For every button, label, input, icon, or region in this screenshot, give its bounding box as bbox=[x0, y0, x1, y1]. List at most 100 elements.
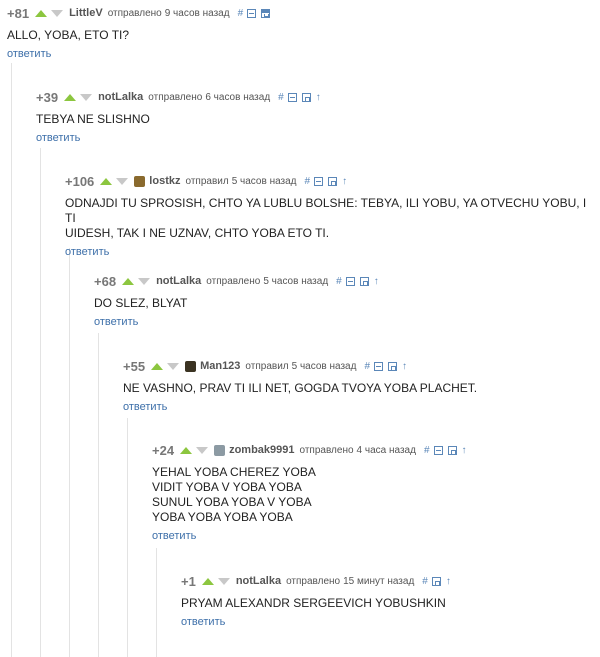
permalink-hash-icon[interactable]: # bbox=[424, 445, 430, 456]
comment-text-line: DO SLEZ, BLYAT bbox=[94, 296, 188, 310]
comment-username[interactable]: lostkz bbox=[149, 175, 180, 187]
comment: +24 zombak9991 отправлено 4 часа назад #… bbox=[152, 441, 467, 544]
comment: +106 lostkz отправил 5 часов назад # ↑ O… bbox=[65, 172, 600, 260]
comment-text: ALLO, YOBA, ETO TI? bbox=[7, 28, 275, 43]
downvote-icon[interactable] bbox=[80, 93, 93, 101]
save-icon[interactable] bbox=[431, 576, 441, 586]
parent-arrow-icon[interactable]: ↑ bbox=[316, 92, 321, 103]
avatar[interactable] bbox=[134, 175, 146, 187]
comment-meta: +39 notLalka отправлено 6 часов назад # … bbox=[36, 88, 321, 106]
downvote-icon[interactable] bbox=[116, 177, 129, 185]
comment: +55 Man123 отправил 5 часов назад # ↑ NE… bbox=[123, 357, 477, 415]
comment: +1 notLalka отправлено 15 минут назад # … bbox=[181, 572, 451, 630]
permalink-hash-icon[interactable]: # bbox=[422, 576, 428, 587]
thread-line-1 bbox=[11, 63, 12, 657]
save-icon[interactable] bbox=[388, 361, 398, 371]
reply-link[interactable]: ответить bbox=[7, 48, 51, 60]
parent-arrow-icon[interactable]: ↑ bbox=[342, 176, 347, 187]
reply-link[interactable]: ответить bbox=[36, 132, 80, 144]
comment-username[interactable]: Man123 bbox=[200, 360, 240, 372]
comment-text-line: YOBA YOBA YOBA YOBA bbox=[152, 510, 293, 524]
upvote-icon[interactable] bbox=[122, 277, 135, 285]
upvote-icon[interactable] bbox=[35, 9, 48, 17]
comment-verb: отправлено bbox=[148, 91, 203, 103]
comment-meta: +106 lostkz отправил 5 часов назад # ↑ bbox=[65, 172, 600, 190]
downvote-icon[interactable] bbox=[196, 446, 209, 454]
upvote-icon[interactable] bbox=[64, 93, 77, 101]
downvote-icon[interactable] bbox=[51, 9, 64, 17]
save-icon[interactable] bbox=[328, 176, 338, 186]
avatar[interactable] bbox=[185, 360, 197, 372]
parent-arrow-icon[interactable]: ↑ bbox=[462, 445, 467, 456]
comment-text: ODNAJDI TU SPROSISH, CHTO YA LUBLU BOLSH… bbox=[65, 196, 600, 241]
reply-link[interactable]: ответить bbox=[94, 316, 138, 328]
upvote-icon[interactable] bbox=[180, 446, 193, 454]
downvote-icon[interactable] bbox=[138, 277, 151, 285]
comment-score: +24 bbox=[152, 442, 175, 458]
comment: +81 LittleV отправлено 9 часов назад # A… bbox=[7, 4, 275, 62]
save-icon[interactable] bbox=[301, 92, 311, 102]
parent-arrow-icon[interactable]: ↑ bbox=[374, 276, 379, 287]
comment-text-line: NE VASHNO, PRAV TI ILI NET, GOGDA TVOYA … bbox=[123, 381, 478, 395]
comment-username[interactable]: notLalka bbox=[236, 575, 281, 587]
save-icon[interactable] bbox=[261, 8, 271, 18]
comment: +68 notLalka отправлено 5 часов назад # … bbox=[94, 272, 379, 330]
downvote-icon[interactable] bbox=[217, 577, 230, 585]
comment-verb: отправлено bbox=[107, 7, 162, 19]
reply-link[interactable]: ответить bbox=[65, 246, 109, 258]
upvote-icon[interactable] bbox=[100, 177, 113, 185]
reply-link[interactable]: ответить bbox=[152, 530, 196, 542]
downvote-icon[interactable] bbox=[167, 362, 180, 370]
permalink-hash-icon[interactable]: # bbox=[238, 8, 244, 19]
save-icon[interactable] bbox=[359, 276, 369, 286]
reply-link[interactable]: ответить bbox=[181, 616, 225, 628]
comment-time: 4 часа назад bbox=[356, 444, 416, 456]
collapse-icon[interactable] bbox=[345, 276, 355, 286]
thread-line-4 bbox=[98, 333, 99, 657]
comment-score: +1 bbox=[181, 573, 196, 589]
comment-score: +39 bbox=[36, 89, 59, 105]
comment-time: 9 часов назад bbox=[164, 7, 230, 19]
comment-meta: +24 zombak9991 отправлено 4 часа назад #… bbox=[152, 441, 467, 459]
thread-line-6 bbox=[156, 548, 157, 657]
comment-meta: +55 Man123 отправил 5 часов назад # ↑ bbox=[123, 357, 477, 375]
comment-text-line: ODNAJDI TU SPROSISH, CHTO YA LUBLU BOLSH… bbox=[65, 196, 587, 225]
permalink-hash-icon[interactable]: # bbox=[305, 176, 311, 187]
comment-verb: отправлено bbox=[206, 275, 261, 287]
collapse-icon[interactable] bbox=[287, 92, 297, 102]
comment-meta: +68 notLalka отправлено 5 часов назад # … bbox=[94, 272, 379, 290]
comment-username[interactable]: LittleV bbox=[69, 7, 103, 19]
comment-text-line: TEBYA NE SLISHNO bbox=[36, 112, 150, 126]
upvote-icon[interactable] bbox=[201, 577, 214, 585]
thread-line-3 bbox=[69, 248, 70, 657]
comment-username[interactable]: zombak9991 bbox=[229, 444, 294, 456]
reply-link[interactable]: ответить bbox=[123, 401, 167, 413]
comment-username[interactable]: notLalka bbox=[156, 275, 201, 287]
comment-text-line: UIDESH, TAK I NE UZNAV, CHTO YOBA ETO TI… bbox=[65, 226, 330, 240]
comment-text: NE VASHNO, PRAV TI ILI NET, GOGDA TVOYA … bbox=[123, 381, 477, 396]
collapse-icon[interactable] bbox=[247, 8, 257, 18]
comment-time: 6 часов назад bbox=[205, 91, 271, 103]
comment-verb: отправлено bbox=[286, 575, 341, 587]
save-icon[interactable] bbox=[447, 445, 457, 455]
upvote-icon[interactable] bbox=[151, 362, 164, 370]
parent-arrow-icon[interactable]: ↑ bbox=[402, 361, 407, 372]
comment-username[interactable]: notLalka bbox=[98, 91, 143, 103]
comment-text: YEHAL YOBA CHEREZ YOBA VIDIT YOBA V YOBA… bbox=[152, 465, 467, 525]
collapse-icon[interactable] bbox=[433, 445, 443, 455]
comment-score: +68 bbox=[94, 273, 117, 289]
collapse-icon[interactable] bbox=[374, 361, 384, 371]
thread-line-5 bbox=[127, 418, 128, 657]
comment-text-line: PRYAM ALEXANDR SERGEEVICH YOBUSHKIN bbox=[181, 596, 446, 610]
parent-arrow-icon[interactable]: ↑ bbox=[446, 576, 451, 587]
avatar[interactable] bbox=[214, 444, 226, 456]
comment-text: TEBYA NE SLISHNO bbox=[36, 112, 321, 127]
permalink-hash-icon[interactable]: # bbox=[336, 276, 342, 287]
permalink-hash-icon[interactable]: # bbox=[278, 92, 284, 103]
collapse-icon[interactable] bbox=[314, 176, 324, 186]
comment-verb: отправил bbox=[185, 175, 229, 187]
permalink-hash-icon[interactable]: # bbox=[364, 361, 370, 372]
comment-time: 15 минут назад bbox=[343, 575, 415, 587]
comment-text: PRYAM ALEXANDR SERGEEVICH YOBUSHKIN bbox=[181, 596, 451, 611]
comment-text-line: YEHAL YOBA CHEREZ YOBA bbox=[152, 465, 316, 479]
